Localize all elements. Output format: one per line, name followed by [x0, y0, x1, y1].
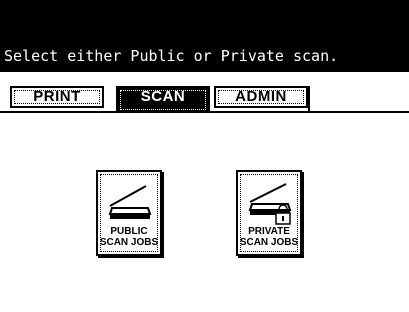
- scanner-lock-icon: [248, 183, 292, 225]
- public-scan-jobs-label: PUBLIC SCAN JOBS: [98, 226, 160, 248]
- private-scan-jobs-button[interactable]: PRIVATE SCAN JOBS: [236, 170, 302, 256]
- instruction-message: Select either Public or Private scan. Pr…: [0, 0, 409, 125]
- private-label-line-1: PRIVATE: [248, 226, 290, 237]
- private-label-line-2: SCAN JOBS: [239, 237, 299, 248]
- scanner-icon: [108, 185, 152, 219]
- tab-scan[interactable]: SCAN: [116, 86, 210, 113]
- public-scan-jobs-button[interactable]: PUBLIC SCAN JOBS: [96, 170, 162, 256]
- tab-admin[interactable]: ADMIN: [214, 86, 308, 108]
- private-scan-jobs-label: PRIVATE SCAN JOBS: [238, 226, 300, 248]
- tab-bar: PRINT SCAN ADMIN: [0, 80, 409, 114]
- tab-end-separator: [308, 86, 310, 111]
- instruction-line-1: Select either Public or Private scan.: [4, 47, 339, 65]
- scan-screen: Select either Public or Private scan. Pr…: [0, 0, 409, 312]
- tab-print[interactable]: PRINT: [10, 86, 104, 108]
- public-label-line-2: SCAN JOBS: [99, 237, 159, 248]
- public-label-line-1: PUBLIC: [110, 226, 148, 237]
